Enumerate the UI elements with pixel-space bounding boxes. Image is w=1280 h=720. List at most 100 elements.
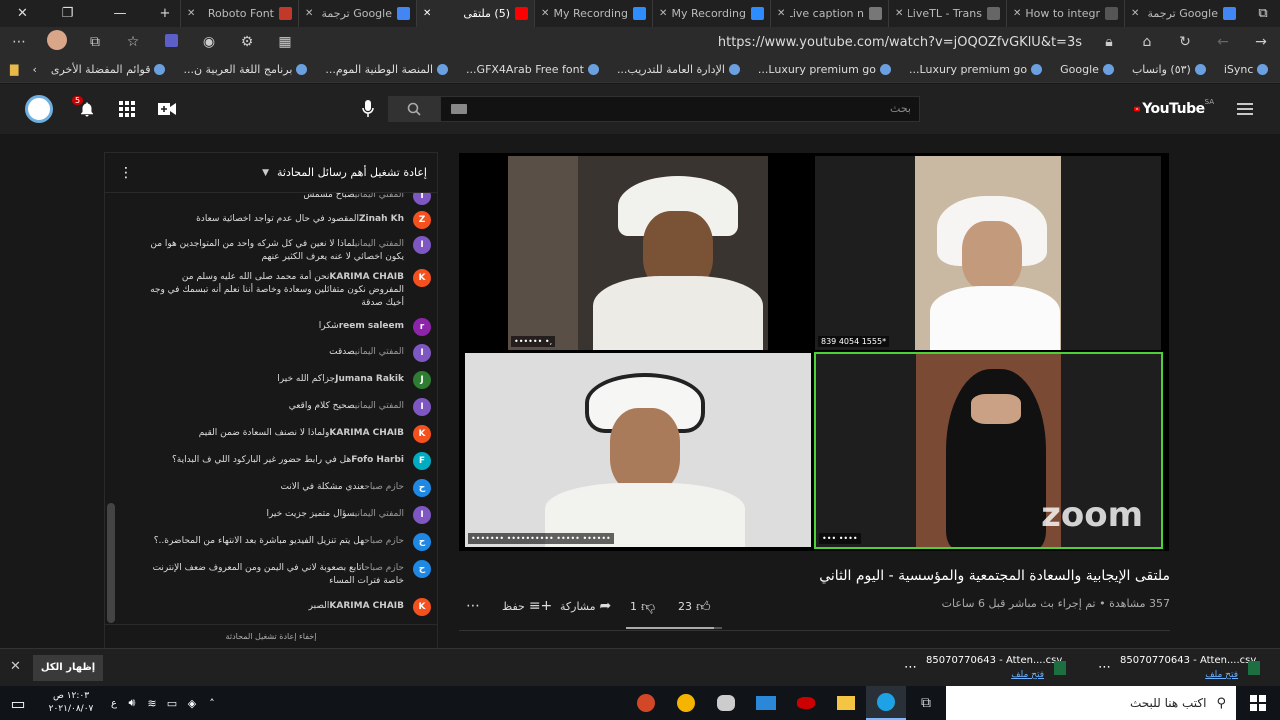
tab-actions-icon[interactable]: ⧉ <box>1246 0 1280 27</box>
tab-5[interactable]: My Recording ✕ <box>534 0 652 27</box>
chat-author-name[interactable]: المفتي اليماني <box>355 193 404 200</box>
more-actions-icon[interactable]: ⋯ <box>466 598 480 614</box>
keyboard-icon[interactable] <box>451 104 467 114</box>
tab-close-icon[interactable]: ✕ <box>659 8 667 19</box>
notifications-center-icon[interactable]: ▭ <box>0 686 36 720</box>
chrome-icon[interactable] <box>666 686 706 720</box>
tab-1[interactable]: How to integr ✕ <box>1006 0 1124 27</box>
tab-close-icon[interactable]: ✕ <box>541 8 549 19</box>
download-item-1[interactable]: ⋯ 85070770643 - Atten....csv فتح ملف <box>1098 652 1268 684</box>
wifi-icon[interactable]: ≋ <box>142 686 162 720</box>
bookmark-chevron-icon[interactable]: ‹ <box>32 63 36 76</box>
favorites-icon[interactable]: ☆ <box>114 34 152 50</box>
voice-search-icon[interactable] <box>356 84 380 134</box>
volume-icon[interactable]: 🔊︎ <box>122 686 142 720</box>
show-hidden-icons[interactable]: ˄ <box>202 686 222 720</box>
chat-author-avatar[interactable]: F <box>413 452 431 470</box>
chat-author-avatar[interactable]: ح <box>413 533 431 551</box>
chat-scrollbar[interactable] <box>107 503 115 623</box>
download-1-action[interactable]: فتح ملف <box>1205 670 1238 680</box>
tray-app-icon[interactable]: ◈ <box>182 686 202 720</box>
video-player[interactable]: •••••• •, 839 4054 1555* ••••••• •••••••… <box>459 153 1169 551</box>
tab-close-icon[interactable]: ✕ <box>777 8 785 19</box>
chat-author-name[interactable]: حازم صباح <box>364 536 404 546</box>
tab-8[interactable]: Roboto Font ✕ <box>180 0 298 27</box>
chat-header-title[interactable]: إعادة تشغيل أهم رسائل المحادثة <box>277 166 427 179</box>
profile-avatar[interactable] <box>38 30 76 54</box>
chat-author-avatar[interactable]: I <box>413 236 431 254</box>
chat-author-name[interactable]: المفتي اليماني <box>355 239 404 249</box>
chat-author-avatar[interactable]: Z <box>413 211 431 229</box>
dislike-button[interactable]: 1 👎︎ <box>630 598 655 615</box>
taskbar-search[interactable]: اكتب هنا للبحث ⚲ <box>946 686 1236 720</box>
collections-icon[interactable]: ⧉ <box>76 34 114 50</box>
extension-icon[interactable] <box>152 33 190 51</box>
youtube-logo[interactable]: YouTube SA <box>1134 84 1214 134</box>
chevron-down-icon[interactable]: ▼ <box>262 168 269 178</box>
bookmark-item[interactable]: (٥٣) واتساب <box>1132 63 1206 76</box>
app-icon-red[interactable] <box>786 686 826 720</box>
url-field[interactable]: https://www.youtube.com/watch?v=jOQOZfvG… <box>304 35 1090 50</box>
extensions-icon[interactable]: ⚙ <box>228 34 266 50</box>
bookmark-item[interactable]: Luxury premium go... <box>758 63 892 76</box>
chat-author-avatar[interactable]: K <box>413 425 431 443</box>
mail-icon[interactable] <box>746 686 786 720</box>
chat-author-name[interactable]: حازم صباح <box>364 482 404 492</box>
tab-close-icon[interactable]: ✕ <box>895 8 903 19</box>
chat-author-name[interactable]: Jumana Rakik <box>335 374 404 384</box>
chat-author-avatar[interactable]: I <box>413 506 431 524</box>
chat-author-avatar[interactable]: ح <box>413 479 431 497</box>
search-button[interactable] <box>388 96 440 122</box>
show-all-button[interactable]: إظهار الكل <box>33 655 103 681</box>
refresh-icon[interactable]: ↻ <box>1166 34 1204 50</box>
chat-author-name[interactable]: KARIMA CHAIB <box>329 272 404 282</box>
bookmark-item[interactable]: Google <box>1060 63 1114 76</box>
hide-chat-replay[interactable]: إخفاء إعادة تشغيل المحادثة <box>226 632 317 641</box>
new-tab-button[interactable]: + <box>150 0 180 27</box>
download-item-2[interactable]: ⋯ 85070770643 - Atten....csv فتح ملف <box>904 652 1074 684</box>
close-downloads-icon[interactable]: ✕ <box>10 659 21 674</box>
tab-3[interactable]: Live caption n ✕ <box>770 0 888 27</box>
chat-author-name[interactable]: reem saleem <box>339 321 404 331</box>
edge-icon[interactable] <box>866 686 906 720</box>
chat-author-name[interactable]: Zinah Kh <box>359 214 404 224</box>
chat-author-name[interactable]: المفتي اليماني <box>355 347 404 357</box>
channel-avatar[interactable] <box>22 84 56 134</box>
chat-author-name[interactable]: Fofo Harbi <box>351 455 404 465</box>
extension-circle-icon[interactable]: ◉ <box>190 34 228 50</box>
bookmark-item[interactable]: iSync <box>1224 63 1269 76</box>
maximize-button[interactable]: ❐ <box>45 0 90 27</box>
download-more-icon[interactable]: ⋯ <box>1098 660 1111 675</box>
chat-author-avatar[interactable]: ح <box>413 560 431 578</box>
home-icon[interactable]: ⌂ <box>1128 34 1166 50</box>
chat-author-avatar[interactable]: r <box>413 318 431 336</box>
apps-grid-icon[interactable] <box>112 84 142 134</box>
chat-author-avatar[interactable]: J <box>413 371 431 389</box>
tab-close-icon[interactable]: ✕ <box>305 8 313 19</box>
file-explorer-icon[interactable] <box>826 686 866 720</box>
chat-author-avatar[interactable]: I <box>413 344 431 362</box>
tab-7[interactable]: Google ترجمة ✕ <box>298 0 416 27</box>
clock[interactable]: ١٢:٠٣ ص ٢٠٢١/٠٨/٠٧ <box>36 690 106 716</box>
powerpoint-icon[interactable] <box>626 686 666 720</box>
create-video-icon[interactable] <box>152 84 182 134</box>
chat-author-avatar[interactable]: I <box>413 398 431 416</box>
minimize-button[interactable]: — <box>90 0 150 27</box>
download-2-action[interactable]: فتح ملف <box>1011 670 1044 680</box>
back-icon[interactable]: → <box>1242 34 1280 50</box>
chat-author-name[interactable]: حازم صباح <box>364 563 404 573</box>
language-indicator[interactable]: ع <box>106 686 122 720</box>
bookmark-item[interactable]: GFX4Arab Free font... <box>466 63 599 76</box>
battery-icon[interactable]: ▭ <box>162 686 182 720</box>
bookmark-item[interactable]: الإدارة العامة للتدريب... <box>617 63 740 76</box>
chat-author-avatar[interactable]: K <box>413 269 431 287</box>
like-button[interactable]: 23 👍︎ <box>678 598 711 615</box>
task-view-icon[interactable]: ⧉ <box>906 686 946 720</box>
tab-6[interactable]: (5) ملتقى ✕ <box>416 0 534 27</box>
share-button[interactable]: مشاركة ➦ <box>560 598 611 614</box>
tab-0[interactable]: Google ترجمة ✕ <box>1124 0 1242 27</box>
windows-start-icon[interactable] <box>1236 686 1280 720</box>
chat-author-name[interactable]: المفتي اليماني <box>355 401 404 411</box>
chat-author-avatar[interactable]: K <box>413 598 431 616</box>
search-input[interactable]: بحث <box>440 96 920 122</box>
